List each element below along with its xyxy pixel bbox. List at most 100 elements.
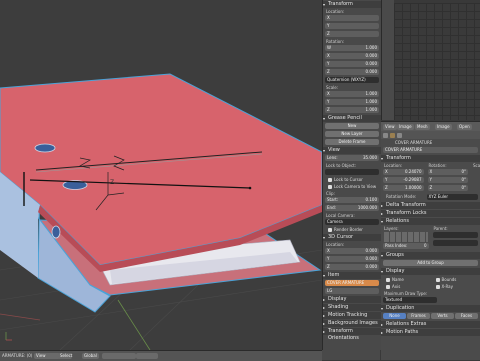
properties-editor: COVER ARMATURE COVER ARMATURE Transform … (381, 131, 480, 360)
rotation-mode-dropdown[interactable]: XYZ Euler (427, 194, 478, 200)
panel-shading[interactable]: Shading (323, 304, 381, 311)
object-name-field[interactable]: COVER ARMATURE (383, 147, 478, 153)
layer-buttons[interactable] (384, 232, 428, 242)
prop-rot-y[interactable]: Y0° (428, 177, 469, 183)
lock-cursor-checkbox[interactable]: Lock to Cursor (325, 177, 379, 183)
location-x[interactable]: X (325, 15, 379, 21)
prop-loc-y[interactable]: Y-0.29087 (383, 177, 424, 183)
spine-label-hole-1 (35, 144, 55, 152)
select-menu[interactable]: Select (58, 353, 72, 359)
dup-faces-tab[interactable]: Faces (455, 313, 478, 319)
panel-display-object[interactable]: Display (381, 268, 480, 275)
prop-loc-z[interactable]: Z1.00000 (383, 185, 424, 191)
dup-none-tab[interactable]: None (383, 313, 406, 319)
header-tab-image[interactable]: Image (397, 124, 414, 130)
orientation-select[interactable]: Global (82, 353, 99, 359)
rotation-mode-select[interactable]: Quaternion (WXYZ) (325, 77, 379, 83)
panel-motion-tracking[interactable]: Motion Tracking (323, 312, 381, 319)
parent-type-field[interactable] (433, 240, 479, 246)
item-name-field[interactable]: COVER ARMATURE (325, 280, 379, 286)
layers-label: Layers: (381, 226, 431, 231)
properties-context-bar (381, 131, 480, 139)
lens-field[interactable]: Lens:35.000 (325, 155, 379, 161)
local-camera-field[interactable]: Camera (325, 219, 379, 225)
panel-duplication[interactable]: Duplication (381, 305, 480, 312)
panel-background-images[interactable]: Background Images (323, 320, 381, 327)
lock-to-object-label: Lock to Object: (323, 163, 381, 168)
panel-item[interactable]: Item (323, 272, 381, 279)
prop-loc-x[interactable]: X0.24070 (383, 169, 424, 175)
gp-new-layer-button[interactable]: New Layer (325, 131, 379, 137)
breadcrumb: COVER ARMATURE (381, 139, 480, 146)
location-z[interactable]: Z (325, 31, 379, 37)
header-tab-image-2[interactable]: Image (435, 124, 452, 130)
display-name-checkbox[interactable]: Name (383, 277, 429, 283)
rotation-y[interactable]: Y0.000 (325, 61, 379, 67)
rotation-x[interactable]: X0.000 (325, 53, 379, 59)
display-bounds-checkbox[interactable]: Bounds (433, 277, 479, 283)
cursor-y[interactable]: Y0.000 (325, 256, 379, 262)
gp-delete-frame-button[interactable]: Delete Frame (325, 139, 379, 145)
spine-ring-hole (52, 226, 60, 238)
panel-groups[interactable]: Groups (381, 252, 480, 259)
panel-transform-locks[interactable]: Transform Locks (381, 210, 480, 217)
gp-new-button[interactable]: New (325, 123, 379, 129)
location-y[interactable]: Y (325, 23, 379, 29)
header-tab-view[interactable]: View (383, 124, 397, 130)
panel-transform-orientations[interactable]: Transform Orientations (323, 328, 381, 335)
toolbar-buttons[interactable] (102, 353, 136, 359)
display-axis-checkbox[interactable]: Axis (383, 284, 429, 290)
image-editor[interactable] (381, 0, 480, 120)
panel-object-transform[interactable]: Transform (381, 155, 480, 162)
viewport-header: ARMATURE: (0) View Select Global (0, 350, 322, 361)
bottom-left-axes (6, 332, 12, 340)
rotation-mode-label: Rotation Mode: (383, 194, 426, 199)
panel-transform[interactable]: Transform (323, 1, 381, 8)
duplication-tabs: None Frames Verts Faces (383, 313, 478, 320)
viewport-properties-panel: Transform Location: X Y Z Rotation: W1.0… (322, 0, 381, 350)
item-sub-field[interactable]: LG (325, 288, 379, 294)
clip-label: Clip: (323, 191, 381, 196)
cursor-x[interactable]: X0.000 (325, 248, 379, 254)
view-menu[interactable]: View (34, 353, 60, 359)
render-border-checkbox[interactable]: Render Border (325, 227, 379, 233)
panel-view[interactable]: View (323, 147, 381, 154)
panel-display[interactable]: Display (323, 296, 381, 303)
dup-verts-tab[interactable]: Verts (431, 313, 454, 319)
clip-end-field[interactable]: End:1000.000 (325, 205, 379, 211)
scale-x[interactable]: X1.000 (325, 91, 379, 97)
scale-y[interactable]: Y1.000 (325, 99, 379, 105)
display-xray-checkbox[interactable]: X-Ray (433, 284, 479, 290)
modifier-context-icon[interactable] (397, 133, 402, 138)
panel-delta-transform[interactable]: Delta Transform (381, 202, 480, 209)
dup-frames-tab[interactable]: Frames (407, 313, 430, 319)
x-axis-line (0, 314, 40, 320)
panel-grease-pencil[interactable]: Grease Pencil (323, 115, 381, 122)
3d-viewport[interactable]: Z (0, 0, 322, 350)
image-editor-grid (394, 3, 480, 120)
panel-3d-cursor[interactable]: 3D Cursor (323, 234, 381, 241)
scale-z[interactable]: Z1.000 (325, 107, 379, 113)
pivot-buttons[interactable] (136, 353, 158, 359)
rotation-z[interactable]: Z0.000 (325, 69, 379, 75)
add-to-group-button[interactable]: Add to Group (383, 260, 478, 266)
render-context-icon[interactable] (383, 133, 388, 138)
relations-body: Layers: Pass Index:0 Parent: (381, 226, 480, 251)
parent-field[interactable] (433, 232, 479, 238)
panel-motion-paths[interactable]: Motion Paths (381, 329, 480, 336)
cursor-z[interactable]: Z0.000 (325, 264, 379, 270)
object-context-icon[interactable] (390, 133, 395, 138)
prop-rot-x[interactable]: X0° (428, 169, 469, 175)
panel-relations[interactable]: Relations (381, 218, 480, 225)
prop-rot-z[interactable]: Z0° (428, 185, 469, 191)
lock-camera-checkbox[interactable]: Lock Camera to View (325, 184, 379, 190)
image-editor-toolbar[interactable] (382, 0, 394, 120)
pass-index-field[interactable]: Pass Index:0 (383, 243, 429, 249)
lock-object-field[interactable] (325, 169, 379, 175)
header-tab-mesh[interactable]: Mesh (415, 124, 430, 130)
rotation-w[interactable]: W1.000 (325, 45, 379, 51)
panel-relations-extras[interactable]: Relations Extras (381, 321, 480, 328)
header-open-button[interactable]: Open (457, 124, 472, 130)
clip-start-field[interactable]: Start:0.100 (325, 197, 379, 203)
max-draw-type-dropdown[interactable]: Textured (383, 297, 437, 303)
